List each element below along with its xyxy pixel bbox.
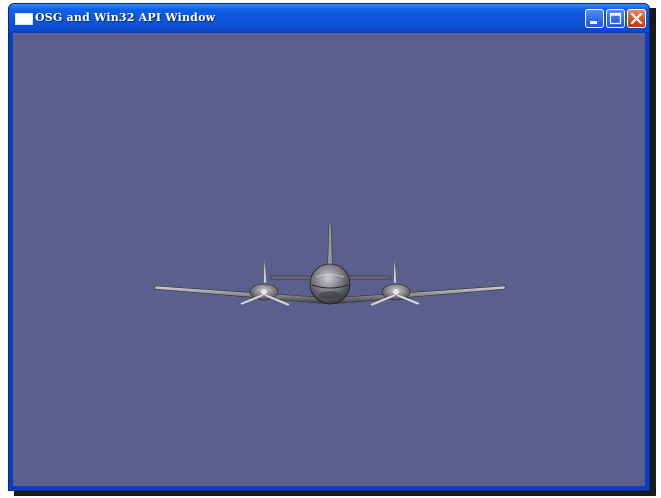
window-title: OSG and Win32 API Window bbox=[35, 11, 216, 24]
airplane-model bbox=[154, 222, 506, 307]
tail-fin bbox=[327, 222, 333, 270]
close-button[interactable] bbox=[627, 9, 646, 28]
maximize-button[interactable] bbox=[606, 9, 625, 28]
left-propeller-blade-top bbox=[263, 256, 267, 284]
close-icon bbox=[630, 12, 643, 25]
right-propeller-blade-top bbox=[393, 256, 397, 284]
title-bar[interactable]: OSG and Win32 API Window bbox=[9, 4, 649, 33]
minimize-button[interactable] bbox=[585, 9, 604, 28]
maximize-icon bbox=[609, 12, 622, 25]
window-app-icon[interactable] bbox=[15, 13, 33, 25]
minimize-icon bbox=[590, 21, 597, 24]
app-window[interactable]: OSG and Win32 API Window bbox=[8, 3, 650, 491]
osg-viewport[interactable] bbox=[13, 33, 645, 486]
